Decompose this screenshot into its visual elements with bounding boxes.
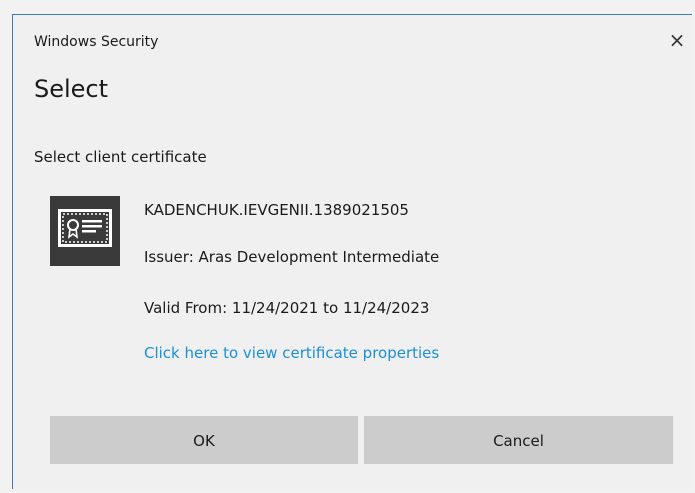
cancel-button[interactable]: Cancel xyxy=(364,416,673,464)
close-icon: × xyxy=(668,28,686,52)
close-button[interactable]: × xyxy=(664,27,690,53)
title-bar: Windows Security × xyxy=(13,15,692,59)
certificate-issuer: Issuer: Aras Development Intermediate xyxy=(144,248,440,266)
certificate-icon xyxy=(50,196,120,266)
view-certificate-properties-link[interactable]: Click here to view certificate propertie… xyxy=(144,344,439,362)
certificate-validity: Valid From: 11/24/2021 to 11/24/2023 xyxy=(144,299,430,317)
ok-button[interactable]: OK xyxy=(50,416,358,464)
dialog-heading: Select xyxy=(34,75,109,103)
security-dialog: Windows Security × Select Select client … xyxy=(12,14,692,489)
dialog-subheading: Select client certificate xyxy=(34,148,207,166)
window-title: Windows Security xyxy=(34,34,159,50)
certificate-name: KADENCHUK.IEVGENII.1389021505 xyxy=(144,201,409,219)
